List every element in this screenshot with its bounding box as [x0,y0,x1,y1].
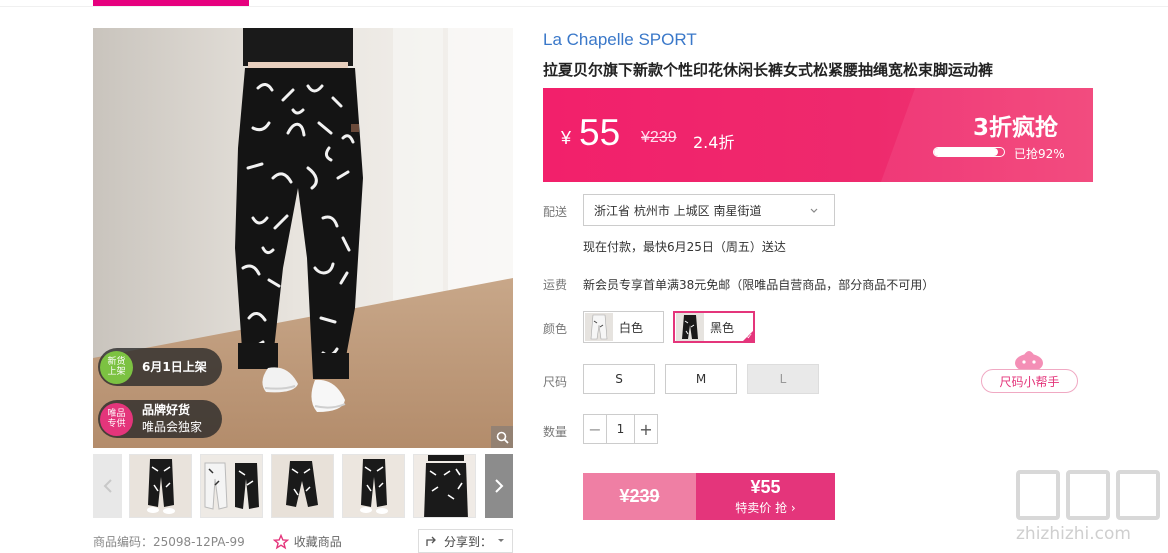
watermark-text: zhizhizhi.com [1016,524,1131,544]
exclusive-badge: 唯品 专供 品牌好货 唯品会独家 [98,400,222,438]
quantity-label: 数量 [543,425,568,439]
thumbnail-4[interactable] [342,454,405,518]
watermark-glyph-1 [1016,470,1060,520]
thumbnail-3-image [272,455,333,517]
watermark-logo [1016,470,1161,520]
quantity-decrease-button[interactable]: − [584,415,606,443]
color-option-black-label: 黑色 [710,320,735,335]
size-option-l-label: L [779,372,787,386]
product-main-image[interactable]: 新货 上架 6月1日上架 唯品 专供 品牌好货 唯品会独家 [93,28,513,448]
product-title: 拉夏贝尔旗下新款个性印花休闲长裤女式松紧腰抽绳宽松束脚运动裤 [543,61,994,79]
thumbnail-1-image [130,455,191,517]
quantity-increase-button[interactable]: + [635,415,657,443]
new-arrival-icon: 新货 上架 [100,350,133,384]
site-watermark: zhizhizhi.com [1016,470,1161,550]
checkmark-icon: ✓ [746,332,753,341]
color-option-white-label: 白色 [619,320,644,335]
delivery-label: 配送 [543,205,568,219]
address-value: 浙江省 杭州市 上城区 南星街道 [594,203,762,218]
thumbnail-next-button[interactable] [485,454,513,518]
sold-progress-text: 已抢92% [1014,147,1065,161]
mascot-icon [1015,351,1043,371]
shipping-label: 运费 [543,278,568,292]
color-label: 颜色 [543,322,568,336]
thumbnail-3[interactable] [271,454,334,518]
sold-progress-fill [934,148,999,156]
size-option-l: L [747,364,819,394]
brand-link[interactable]: La Chapelle SPORT [543,30,697,50]
buy-now-label: 特卖价 抢 › [735,501,796,515]
sold-progress-bar [933,147,1005,157]
color-option-white[interactable]: 白色 [583,311,664,343]
new-arrival-text: 6月1日上架 [142,359,207,374]
size-option-m-label: M [695,372,707,386]
thumbnail-2[interactable] [200,454,263,518]
watermark-glyph-2 [1066,470,1110,520]
magnifier-icon [496,431,509,444]
quantity-input[interactable]: 1 [606,415,635,443]
delivery-eta: 现在付款，最快6月25日（周五）送达 [583,240,786,254]
discount-rate: 2.4折 [693,133,735,152]
chevron-down-icon [810,208,818,213]
size-option-s-label: S [615,372,623,386]
buy-now-button[interactable]: ¥55 特卖价 抢 › [696,473,835,520]
current-price: 55 [579,112,621,153]
thumbnail-5-image [414,455,475,517]
thumbnail-2-image [201,455,262,517]
buy-now-price: ¥55 [750,477,781,497]
address-selector[interactable]: 浙江省 杭州市 上城区 南星街道 [583,194,835,226]
star-icon [272,533,289,549]
nav-divider [0,6,1168,7]
chevron-right-icon [495,479,504,493]
caret-down-icon [498,539,504,542]
color-option-black[interactable]: 黑色 ✓ [673,311,755,343]
exclusive-icon: 唯品 专供 [100,402,133,436]
product-meta: 商品编码：25098-12PA-99 收藏商品 [93,533,342,550]
quantity-stepper: − 1 + [583,414,658,444]
zoom-button[interactable] [491,426,513,448]
thumbnail-prev-button[interactable] [93,454,122,518]
favorite-button[interactable]: 收藏商品 [272,533,342,550]
white-pants-swatch [585,313,613,341]
size-option-m[interactable]: M [665,364,737,394]
share-button[interactable]: 分享到： [418,529,513,553]
new-arrival-icon-text: 新货 上架 [107,357,126,377]
watermark-glyph-3 [1116,470,1160,520]
black-pants-swatch [676,313,704,341]
thumbnail-strip [93,454,513,518]
favorite-label: 收藏商品 [293,535,342,549]
thumbnail-1[interactable] [129,454,192,518]
sku-text: 商品编码：25098-12PA-99 [93,535,245,549]
size-option-s[interactable]: S [583,364,655,394]
share-icon [426,536,436,546]
exclusive-icon-text: 唯品 专供 [107,409,126,429]
price-banner: ¥ 55 ¥239 2.4折 3折疯抢 已抢92% [543,88,1093,182]
size-label: 尺码 [543,375,568,389]
buy-button-group: ¥239 ¥55 特卖价 抢 › [583,473,835,520]
original-price: ¥239 [641,129,677,146]
exclusive-line1: 品牌好货 [142,403,191,417]
thumbnail-4-image [343,455,404,517]
flash-sale-title: 3折疯抢 [973,115,1059,141]
thumbnail-5[interactable] [413,454,476,518]
chevron-left-icon [103,479,112,493]
buy-original-price[interactable]: ¥239 [583,473,696,520]
shipping-text: 新会员专享首单满38元免邮（限唯品自营商品，部分商品不可用） [583,278,935,292]
share-label: 分享到： [443,534,492,549]
size-helper-button[interactable]: 尺码小帮手 [981,369,1078,393]
exclusive-line2: 唯品会独家 [142,420,203,434]
new-arrival-badge: 新货 上架 6月1日上架 [98,348,222,386]
currency-symbol: ¥ [561,128,572,148]
